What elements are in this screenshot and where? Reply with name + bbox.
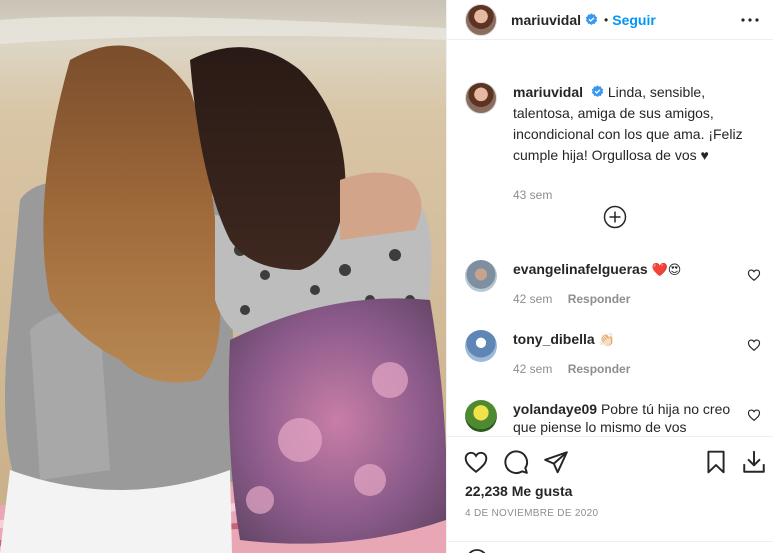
commenter-avatar[interactable] — [465, 400, 497, 432]
heart-icon[interactable] — [747, 268, 761, 282]
comment-icon[interactable] — [503, 449, 529, 475]
commenter-avatar[interactable] — [465, 330, 497, 362]
post-sidebar: mariuvidal • Seguir mariuvidal Linda, se… — [446, 0, 773, 553]
comment-emoji: ❤️😍 — [651, 262, 682, 277]
comments-list[interactable]: mariuvidal Linda, sensible, talentosa, a… — [447, 60, 773, 436]
comment-item: yolandaye09 Pobre tú hija no creo que pi… — [465, 400, 765, 436]
reply-button[interactable]: Responder — [568, 362, 631, 376]
caption-timestamp[interactable]: 43 sem — [513, 188, 552, 202]
comment-username[interactable]: evangelinafelgueras — [513, 261, 648, 277]
comment-item: evangelinafelgueras ❤️😍 42 sem Responder — [465, 260, 765, 320]
plus-circle-icon[interactable] — [603, 205, 627, 229]
comment-body: tony_dibella 👏🏻 — [513, 330, 738, 349]
comment-username[interactable]: yolandaye09 — [513, 401, 597, 417]
post-date[interactable]: 4 DE NOVIEMBRE DE 2020 — [465, 508, 598, 519]
follow-button[interactable]: Seguir — [612, 12, 656, 28]
author-username[interactable]: mariuvidal — [511, 12, 581, 28]
emoji-icon[interactable] — [465, 548, 489, 553]
comment-item: tony_dibella 👏🏻 42 sem Responder — [465, 330, 765, 390]
comment-emoji: 👏🏻 — [598, 332, 615, 347]
heart-icon[interactable] — [463, 449, 489, 475]
comment-timestamp[interactable]: 42 sem — [513, 292, 552, 306]
separator-dot: • — [604, 12, 609, 27]
heart-icon[interactable] — [747, 408, 761, 422]
comment-body: evangelinafelgueras ❤️😍 — [513, 260, 738, 279]
commenter-avatar[interactable] — [465, 260, 497, 292]
reply-button[interactable]: Responder — [568, 292, 631, 306]
caption-username[interactable]: mariuvidal — [513, 84, 583, 100]
post-photo[interactable] — [0, 0, 446, 553]
verified-badge-icon — [591, 85, 604, 97]
comment-meta: 42 sem Responder — [513, 362, 630, 376]
caption-author-avatar[interactable] — [465, 82, 497, 114]
post-actions: 22,238 Me gusta 4 DE NOVIEMBRE DE 2020 — [447, 436, 773, 553]
author-avatar[interactable] — [465, 3, 497, 36]
comment-timestamp[interactable]: 42 sem — [513, 362, 552, 376]
post-header: mariuvidal • Seguir — [447, 0, 773, 40]
more-options-icon[interactable] — [738, 8, 762, 32]
comment-meta: 42 sem Responder — [513, 292, 630, 306]
download-icon[interactable] — [741, 449, 767, 475]
comment-username[interactable]: tony_dibella — [513, 331, 595, 347]
paper-plane-icon[interactable] — [543, 449, 569, 475]
verified-badge-icon — [585, 13, 598, 25]
heart-icon[interactable] — [747, 338, 761, 352]
comment-body: yolandaye09 Pobre tú hija no creo que pi… — [513, 400, 738, 436]
bookmark-icon[interactable] — [703, 449, 729, 475]
add-comment-bar — [447, 541, 773, 553]
caption-text-block: mariuvidal Linda, sensible, talentosa, a… — [513, 82, 763, 166]
likes-count[interactable]: 22,238 Me gusta — [465, 483, 572, 499]
beach-photo-illustration — [0, 0, 446, 553]
